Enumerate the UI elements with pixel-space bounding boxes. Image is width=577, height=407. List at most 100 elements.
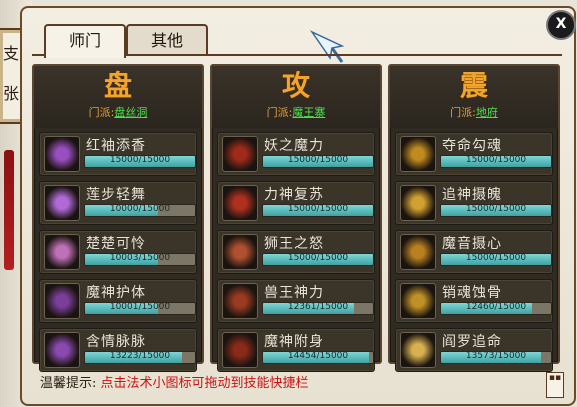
- progress-text: 15000/15000: [465, 253, 527, 263]
- tip-label: 温馨提示:: [40, 376, 97, 391]
- golden-burst-icon[interactable]: [400, 332, 436, 368]
- purple-heart-icon[interactable]: [44, 332, 80, 368]
- skill-name: 夺命勾魂: [442, 138, 502, 154]
- school-link[interactable]: 魔王寨: [292, 106, 325, 119]
- skill-name: 销魂蚀骨: [442, 285, 502, 301]
- skill-progress-bar: 10003/15000: [84, 253, 196, 266]
- school-label: 门派:: [450, 106, 476, 119]
- skill-row: 兽王神力 12361/15000: [217, 279, 375, 323]
- skill-name: 狮王之怒: [264, 236, 324, 252]
- seal-stamp-icon: ▪▪: [546, 372, 564, 398]
- skill-name: 魔音摄心: [442, 236, 502, 252]
- golden-spiral-icon[interactable]: [400, 185, 436, 221]
- lion-head-icon[interactable]: [222, 234, 258, 270]
- school-label: 门派:: [88, 106, 115, 119]
- skill-name: 含情脉脉: [86, 334, 146, 350]
- demon-mask-icon[interactable]: [222, 332, 258, 368]
- tab-other[interactable]: 其他: [126, 24, 208, 56]
- skill-name: 阎罗追命: [442, 334, 502, 350]
- skill-row: 莲步轻舞 10000/15000: [39, 181, 197, 225]
- skill-progress-bar: 15000/15000: [84, 155, 196, 168]
- skill-row: 销魂蚀骨 12460/15000: [395, 279, 553, 323]
- close-button[interactable]: X: [546, 10, 576, 40]
- column-header: 攻门派:魔王寨: [212, 66, 380, 128]
- progress-text: 15000/15000: [465, 155, 527, 165]
- skill-row: 力神复苏 15000/15000: [217, 181, 375, 225]
- skill-name: 妖之魔力: [264, 138, 324, 154]
- red-demon-icon[interactable]: [222, 136, 258, 172]
- skills-window: X 师门 其他 盘门派:盘丝洞 红袖添香 15000/15000 莲步轻舞 10000/…: [20, 6, 576, 406]
- progress-text: 13573/15000: [465, 351, 527, 361]
- skill-name: 力神复苏: [264, 187, 324, 203]
- skill-row: 魔神护体 10001/15000: [39, 279, 197, 323]
- school-column: 攻门派:魔王寨 妖之魔力 15000/15000 力神复苏 15000/15000 狮王之…: [210, 64, 382, 372]
- golden-serpent-icon[interactable]: [400, 283, 436, 319]
- skill-progress-bar: 12361/15000: [262, 302, 374, 315]
- skill-row: 阎罗追命 13573/15000: [395, 328, 553, 372]
- progress-text: 15000/15000: [109, 155, 171, 165]
- progress-text: 12460/15000: [465, 302, 527, 312]
- skill-progress-bar: 15000/15000: [262, 155, 374, 168]
- scroll-glyph: 支: [3, 44, 20, 63]
- scroll-glyph: 张: [3, 84, 20, 103]
- skill-progress-bar: 13573/15000: [440, 351, 552, 364]
- school-title: 攻: [281, 69, 310, 102]
- skill-progress-bar: 10000/15000: [84, 204, 196, 217]
- purple-flower-icon[interactable]: [44, 136, 80, 172]
- tab-school[interactable]: 师门: [44, 24, 126, 58]
- red-swirl-icon[interactable]: [222, 185, 258, 221]
- skill-progress-bar: 10001/15000: [84, 302, 196, 315]
- column-header: 震门派:地府: [390, 66, 558, 128]
- skill-row: 狮王之怒 15000/15000: [217, 230, 375, 274]
- school-line: 门派:魔王寨: [212, 104, 380, 122]
- progress-text: 15000/15000: [287, 253, 349, 263]
- golden-hook-icon[interactable]: [400, 136, 436, 172]
- progress-text: 10003/15000: [109, 253, 171, 263]
- skill-progress-bar: 14454/15000: [262, 351, 374, 364]
- school-label: 门派:: [266, 106, 293, 119]
- progress-text: 15000/15000: [287, 204, 349, 214]
- progress-text: 15000/15000: [287, 155, 349, 165]
- skill-name: 楚楚可怜: [86, 236, 146, 252]
- skill-row: 红袖添香 15000/15000: [39, 132, 197, 176]
- skill-progress-bar: 12460/15000: [440, 302, 552, 315]
- skill-name: 追神摄魄: [442, 187, 502, 203]
- skill-progress-bar: 13223/15000: [84, 351, 196, 364]
- tip-text: 点击法术小图标可拖动到技能快捷栏: [100, 376, 309, 391]
- school-column: 震门派:地府 夺命勾魂 15000/15000 追神摄魄 15000/15000 魔音摄心…: [388, 64, 560, 372]
- demon-shield-icon[interactable]: [44, 283, 80, 319]
- skill-name: 红袖添香: [86, 138, 146, 154]
- skill-progress-bar: 15000/15000: [440, 204, 552, 217]
- progress-text: 14454/15000: [287, 351, 349, 361]
- skill-progress-bar: 15000/15000: [440, 155, 552, 168]
- progress-text: 12361/15000: [287, 302, 349, 312]
- skills-content: 盘门派:盘丝洞 红袖添香 15000/15000 莲步轻舞 10000/15000 楚楚可…: [32, 54, 562, 372]
- school-link[interactable]: 地府: [476, 106, 498, 119]
- school-title: 震: [459, 69, 488, 102]
- school-line: 门派:地府: [390, 104, 558, 122]
- skill-name: 莲步轻舞: [86, 187, 146, 203]
- skill-row: 含情脉脉 13223/15000: [39, 328, 197, 372]
- skill-row: 妖之魔力 15000/15000: [217, 132, 375, 176]
- school-link[interactable]: 盘丝洞: [114, 106, 147, 119]
- skill-progress-bar: 15000/15000: [262, 253, 374, 266]
- school-line: 门派:盘丝洞: [34, 104, 202, 122]
- school-title: 盘: [103, 69, 132, 102]
- pink-petal-icon[interactable]: [44, 234, 80, 270]
- skill-row: 夺命勾魂 15000/15000: [395, 132, 553, 176]
- progress-text: 13223/15000: [109, 351, 171, 361]
- red-tassel-decoration: [4, 150, 14, 270]
- skill-progress-bar: 15000/15000: [440, 253, 552, 266]
- column-header: 盘门派:盘丝洞: [34, 66, 202, 128]
- golden-claw-icon[interactable]: [400, 234, 436, 270]
- skill-row: 楚楚可怜 10003/15000: [39, 230, 197, 274]
- skill-progress-bar: 15000/15000: [262, 204, 374, 217]
- beast-head-icon[interactable]: [222, 283, 258, 319]
- purple-star-icon[interactable]: [44, 185, 80, 221]
- skill-row: 魔神附身 14454/15000: [217, 328, 375, 372]
- skill-name: 兽王神力: [264, 285, 324, 301]
- progress-text: 10001/15000: [109, 302, 171, 312]
- skill-row: 魔音摄心 15000/15000: [395, 230, 553, 274]
- skill-name: 魔神护体: [86, 285, 146, 301]
- tip-line: 温馨提示: 点击法术小图标可拖动到技能快捷栏: [40, 372, 309, 391]
